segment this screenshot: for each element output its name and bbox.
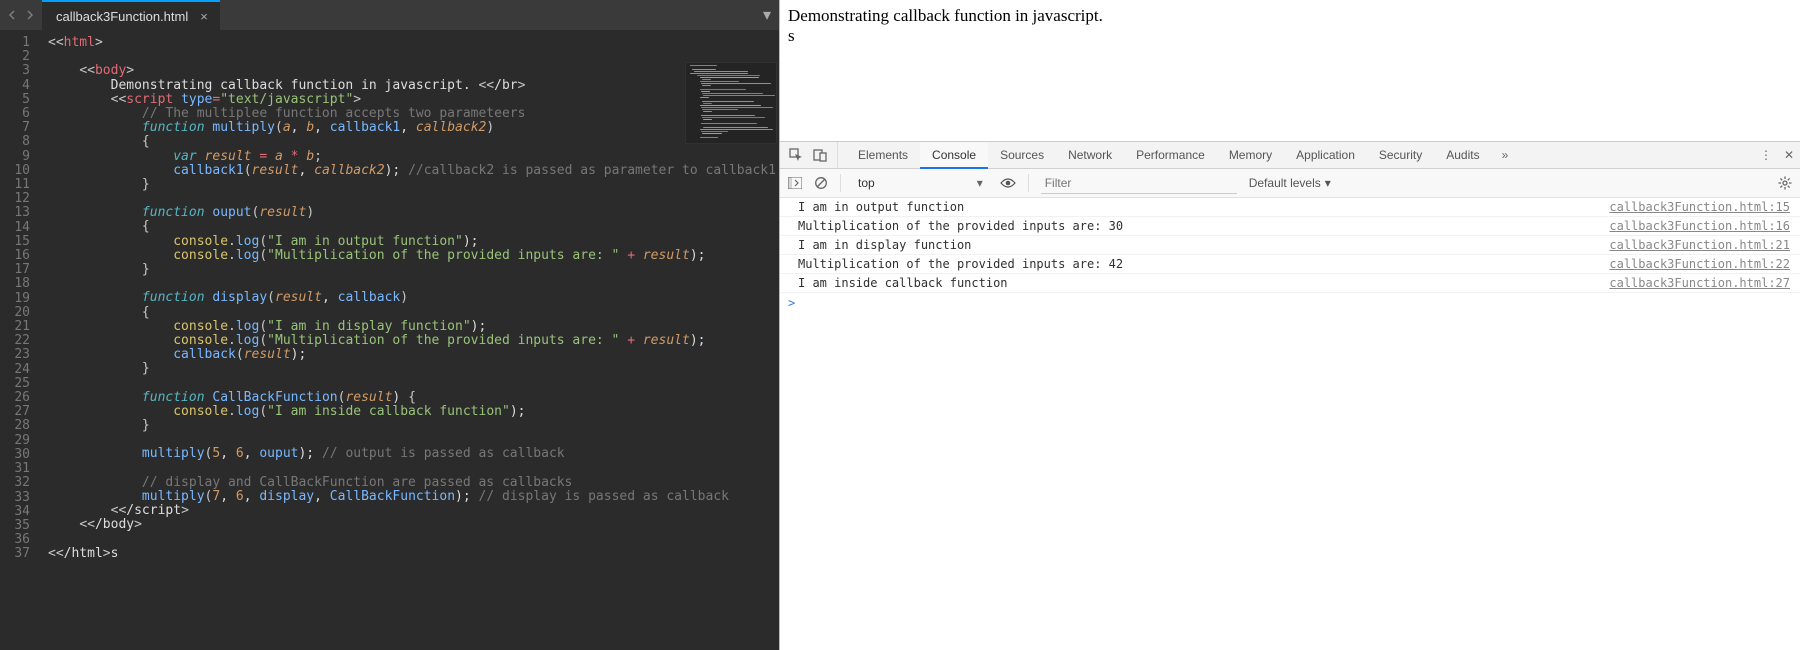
console-row[interactable]: Multiplication of the provided inputs ar… bbox=[780, 217, 1800, 236]
tab-overflow-icon[interactable]: ▾ bbox=[763, 0, 771, 30]
console-settings-icon[interactable] bbox=[1778, 176, 1792, 190]
console-output[interactable]: I am in output function callback3Function… bbox=[780, 198, 1800, 650]
console-prompt[interactable]: > bbox=[780, 293, 1800, 313]
devtools-tabs: ElementsConsoleSourcesNetworkPerformance… bbox=[780, 142, 1800, 169]
console-message: I am inside callback function bbox=[798, 276, 1008, 290]
close-icon[interactable]: × bbox=[200, 9, 208, 24]
console-message: I am in display function bbox=[798, 238, 971, 252]
devtools-panel: ElementsConsoleSourcesNetworkPerformance… bbox=[780, 142, 1800, 650]
context-selector[interactable]: top ▾ bbox=[853, 173, 988, 193]
devtools-tab-audits[interactable]: Audits bbox=[1434, 142, 1491, 168]
console-source-link[interactable]: callback3Function.html:15 bbox=[1589, 200, 1790, 214]
context-label: top bbox=[858, 176, 875, 190]
nav-arrows[interactable] bbox=[0, 0, 42, 30]
devtools-tab-memory[interactable]: Memory bbox=[1217, 142, 1284, 168]
devtools-tab-console[interactable]: Console bbox=[920, 142, 988, 169]
editor-body[interactable]: 1234567891011121314151617181920212223242… bbox=[0, 30, 779, 650]
tab-filename: callback3Function.html bbox=[56, 9, 188, 24]
console-source-link[interactable]: callback3Function.html:22 bbox=[1589, 257, 1790, 271]
editor-panel: callback3Function.html × ▾ 1234567891011… bbox=[0, 0, 779, 650]
devtools-tab-performance[interactable]: Performance bbox=[1124, 142, 1217, 168]
devtools-close-icon[interactable]: ✕ bbox=[1784, 148, 1794, 162]
log-levels-selector[interactable]: Default levels ▾ bbox=[1249, 176, 1331, 190]
page-text-line: s bbox=[788, 26, 1790, 46]
device-toolbar-icon[interactable] bbox=[813, 148, 827, 162]
console-row[interactable]: I am in display function callback3Functio… bbox=[780, 236, 1800, 255]
more-tabs-icon[interactable]: » bbox=[1492, 142, 1519, 168]
console-message: Multiplication of the provided inputs ar… bbox=[798, 219, 1123, 233]
console-message: Multiplication of the provided inputs ar… bbox=[798, 257, 1123, 271]
console-row[interactable]: I am in output function callback3Function… bbox=[780, 198, 1800, 217]
devtools-tab-network[interactable]: Network bbox=[1056, 142, 1124, 168]
console-row[interactable]: Multiplication of the provided inputs ar… bbox=[780, 255, 1800, 274]
devtools-tab-sources[interactable]: Sources bbox=[988, 142, 1056, 168]
console-filter-input[interactable] bbox=[1041, 173, 1237, 194]
devtools-tab-elements[interactable]: Elements bbox=[846, 142, 920, 168]
chevron-down-icon: ▾ bbox=[1325, 176, 1331, 190]
devtools-tab-security[interactable]: Security bbox=[1367, 142, 1434, 168]
nav-forward-icon[interactable] bbox=[24, 10, 34, 20]
inspect-element-icon[interactable] bbox=[789, 148, 803, 162]
console-sidebar-toggle-icon[interactable] bbox=[788, 177, 802, 189]
minimap[interactable] bbox=[685, 62, 777, 144]
console-source-link[interactable]: callback3Function.html:27 bbox=[1589, 276, 1790, 290]
levels-label: Default levels bbox=[1249, 176, 1321, 190]
console-message: I am in output function bbox=[798, 200, 964, 214]
clear-console-icon[interactable] bbox=[814, 176, 828, 190]
chevron-down-icon: ▾ bbox=[977, 176, 983, 190]
console-row[interactable]: I am inside callback function callback3Fu… bbox=[780, 274, 1800, 293]
nav-back-icon[interactable] bbox=[8, 10, 18, 20]
console-source-link[interactable]: callback3Function.html:21 bbox=[1589, 238, 1790, 252]
devtools-tab-application[interactable]: Application bbox=[1284, 142, 1367, 168]
console-source-link[interactable]: callback3Function.html:16 bbox=[1589, 219, 1790, 233]
page-content: Demonstrating callback function in javas… bbox=[780, 0, 1800, 142]
devtools-menu-icon[interactable]: ⋮ bbox=[1760, 148, 1772, 162]
editor-tabbar: callback3Function.html × ▾ bbox=[0, 0, 779, 30]
eye-icon[interactable] bbox=[1000, 177, 1016, 189]
code-area[interactable]: <<html> <<body> Demonstrating callback f… bbox=[38, 30, 779, 650]
page-text-line: Demonstrating callback function in javas… bbox=[788, 6, 1790, 26]
line-number-gutter: 1234567891011121314151617181920212223242… bbox=[0, 30, 38, 650]
browser-panel: Demonstrating callback function in javas… bbox=[779, 0, 1800, 650]
console-toolbar: top ▾ Default levels ▾ bbox=[780, 169, 1800, 198]
editor-tab[interactable]: callback3Function.html × bbox=[42, 0, 220, 30]
